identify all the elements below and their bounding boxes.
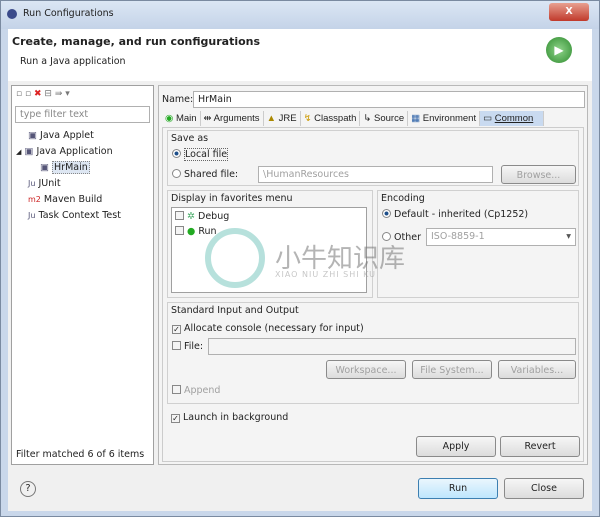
applet-icon: ▣ [28,130,37,141]
tab-label: Source [374,113,405,124]
tree-item-junit[interactable]: Ju JUnit [12,176,121,192]
other-encoding-radio[interactable]: Other [382,232,421,243]
tab-label: JRE [278,113,297,124]
tab-label: Common [494,113,534,124]
window-title: Run Configurations [23,8,114,19]
group-title: Encoding [381,193,425,204]
junit-icon: Ju [28,179,36,188]
tree-item-java-applet[interactable]: ▣ Java Applet [12,128,121,144]
group-title: Standard Input and Output [171,305,299,316]
variables-button[interactable]: Variables... [498,360,576,379]
main-tab-icon: ◉ [165,113,174,124]
header-title: Create, manage, and run configurations [12,35,261,48]
launch-background-checkbox[interactable]: ✓ Launch in background [171,412,288,423]
run-button[interactable]: Run [418,478,498,499]
duplicate-icon[interactable]: ▫ [25,89,31,99]
tab-main[interactable]: ◉ Main [162,111,201,126]
tab-label: Arguments [213,113,260,124]
tab-source[interactable]: ↳ Source [360,111,409,126]
arguments-icon: ⇹ [203,113,212,124]
header-subtitle: Run a Java application [20,56,126,67]
view-menu-chevron-down-icon[interactable]: ▾ [65,89,70,99]
save-as-group: Save as Local file Shared file: \HumanRe… [167,130,579,186]
filter-input[interactable]: type filter text [15,106,150,123]
collapse-all-icon[interactable]: ⊟ [44,89,52,99]
tab-label: Main [175,113,197,124]
delete-icon[interactable]: ✖ [34,89,42,99]
jre-icon: ▲ [266,113,276,124]
shared-file-input[interactable]: \HumanResources [258,166,493,183]
help-icon[interactable]: ? [20,481,36,497]
filter-status: Filter matched 6 of 6 items [16,449,145,460]
favorites-group: Display in favorites menu ✲ Debug ● Run [167,190,373,298]
default-encoding-radio[interactable]: Default - inherited (Cp1252) [382,209,528,220]
revert-button[interactable]: Revert [500,436,580,457]
maven-icon: m2 [28,195,41,204]
dialog-body: ▫ ▫ ✖ ⊟ ⇛ ▾ type filter text ▣ Java Appl… [8,81,592,511]
tab-label: Classpath [314,113,357,124]
local-file-radio[interactable]: Local file [172,148,229,161]
tab-classpath[interactable]: ↯ Classpath [300,111,361,126]
source-icon: ↳ [363,113,372,124]
append-checkbox[interactable]: Append [172,385,220,396]
environment-icon: ▦ [411,113,421,124]
tree-item-hrmain[interactable]: ▣ HrMain [12,160,121,176]
java-app-icon: ▣ [40,162,49,173]
java-app-icon: ▣ [24,146,34,157]
tab-environment[interactable]: ▦ Environment [408,111,481,126]
config-sidebar: ▫ ▫ ✖ ⊟ ⇛ ▾ type filter text ▣ Java Appl… [11,85,154,465]
run-icon: ● [187,226,196,237]
new-config-icon[interactable]: ▫ [16,89,22,99]
tab-common[interactable]: ▭ Common [480,111,545,126]
chevron-down-icon: ▾ [566,231,571,242]
apply-button[interactable]: Apply [416,436,496,457]
tree-item-maven-build[interactable]: m2 Maven Build [12,192,121,208]
tab-jre[interactable]: ▲ JRE [263,111,301,126]
tree-item-label: Task Context Test [38,210,121,221]
browse-button[interactable]: Browse... [501,165,576,184]
file-input[interactable] [208,338,576,355]
tree-item-label: HrMain [52,161,90,174]
sidebar-toolbar: ▫ ▫ ✖ ⊟ ⇛ ▾ [16,89,70,99]
filter-icon[interactable]: ⇛ [55,89,63,99]
common-icon: ▭ [483,113,493,124]
tree-item-label: Maven Build [43,194,103,205]
config-tree: ▣ Java Applet ◢ ▣ Java Application ▣ HrM… [12,128,121,224]
tree-item-label: Java Application [36,146,113,157]
encoding-group: Encoding Default - inherited (Cp1252) Ot… [377,190,579,298]
file-system-button[interactable]: File System... [412,360,492,379]
close-window-button[interactable]: X [549,3,589,21]
debug-icon: ✲ [187,211,195,222]
favorite-run-checkbox[interactable]: ● Run [175,226,363,237]
junit-icon: Ju [28,211,36,220]
run-icon: ▶ [546,37,572,63]
eclipse-icon [7,9,17,19]
tab-label: Environment [422,113,477,124]
group-title: Save as [171,133,209,144]
tree-item-label: JUnit [38,178,61,189]
name-input[interactable]: HrMain [193,91,585,108]
allocate-console-checkbox[interactable]: ✓ Allocate console (necessary for input) [172,323,364,334]
close-button[interactable]: Close [504,478,584,499]
stdio-group: Standard Input and Output ✓ Allocate cons… [167,302,579,404]
title-bar: Run Configurations X [1,1,599,29]
name-label: Name: [162,94,194,105]
shared-file-radio[interactable]: Shared file: [172,169,238,180]
group-title: Display in favorites menu [171,193,293,204]
expand-arrow-icon[interactable]: ◢ [16,148,21,156]
dialog-header: Create, manage, and run configurations R… [8,29,592,81]
common-tab-content: Save as Local file Shared file: \HumanRe… [162,127,584,462]
encoding-select[interactable]: ISO-8859-1 ▾ [426,228,576,246]
classpath-icon: ↯ [303,113,312,124]
file-checkbox[interactable]: File: [172,341,203,352]
tab-bar: ◉ Main ⇹ Arguments ▲ JRE ↯ Classpath ↳ S… [162,111,545,126]
tree-item-java-application[interactable]: ◢ ▣ Java Application [12,144,121,160]
tab-arguments[interactable]: ⇹ Arguments [200,111,264,126]
run-configurations-window: Run Configurations X Create, manage, and… [0,0,600,517]
favorite-debug-checkbox[interactable]: ✲ Debug [175,211,363,222]
tree-item-label: Java Applet [40,130,94,141]
tree-item-task-context-test[interactable]: Ju Task Context Test [12,208,121,224]
favorites-list: ✲ Debug ● Run [171,207,367,293]
workspace-button[interactable]: Workspace... [326,360,406,379]
